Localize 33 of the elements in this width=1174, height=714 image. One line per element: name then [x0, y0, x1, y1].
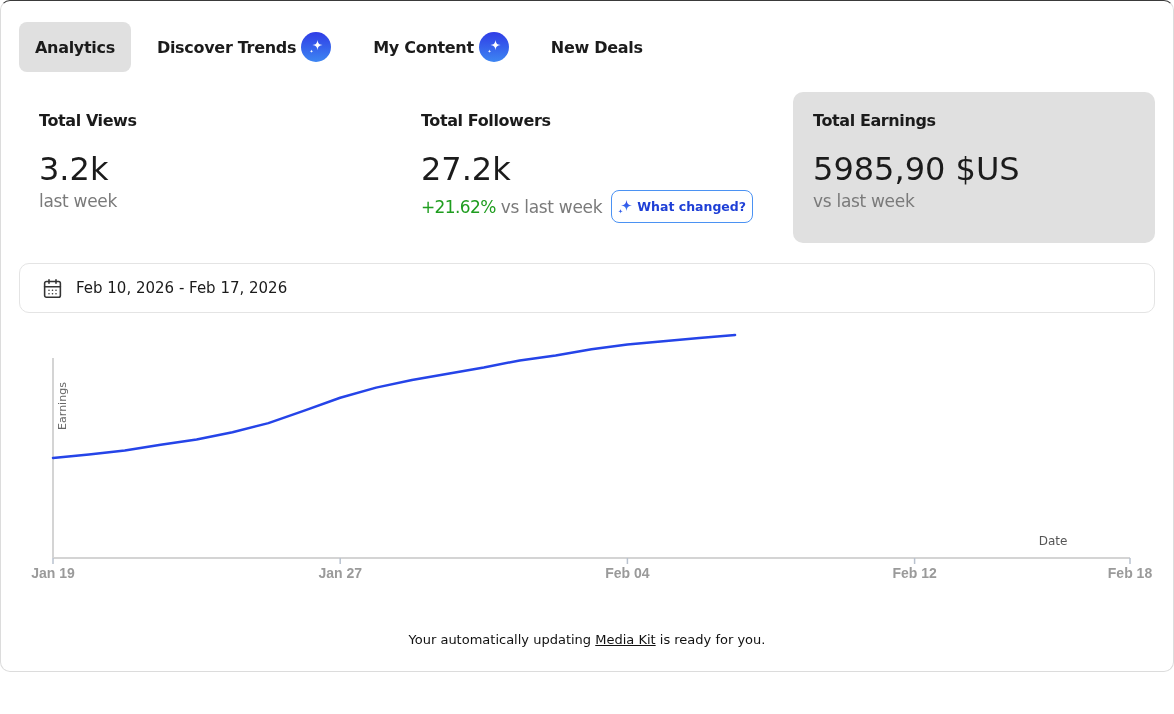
stat-card[interactable]: Total Earnings 5985,90 $US vs last week [793, 92, 1155, 243]
tab[interactable]: New Deals [534, 22, 659, 72]
date-range-picker[interactable]: Feb 10, 2026 - Feb 17, 2026 [19, 263, 1155, 313]
tab[interactable]: Discover Trends [140, 22, 348, 72]
what-changed-button[interactable]: What changed? [611, 190, 754, 223]
change-percent: +21.62% [420, 195, 496, 218]
x-tick-label: Jan 27 [318, 565, 362, 581]
tab[interactable]: Analytics [19, 22, 131, 72]
calendar-icon [42, 277, 63, 299]
x-tick-label: Jan 19 [31, 565, 75, 581]
stat-title: Total Followers [420, 110, 551, 132]
stat-caption: vs last week [813, 190, 915, 212]
axis-tick [1129, 557, 1131, 565]
stat-value: 5985,90 $US [813, 150, 1020, 188]
stat-value: 3.2k [39, 150, 109, 188]
axis-tick [626, 557, 629, 565]
media-kit-notice: Your automatically updating Media Kit is ready for you. [408, 631, 766, 649]
stat-caption: vs last week [500, 195, 603, 218]
stat-caption: last week [39, 190, 118, 212]
x-axis-title: Date [1038, 534, 1068, 548]
stat-value: 27.2k [420, 150, 511, 188]
media-kit-link[interactable]: Media Kit [595, 632, 656, 647]
axis-tick [339, 557, 341, 565]
sparkle-icon [618, 199, 633, 214]
stat-title: Total Views [39, 110, 137, 132]
axis-tick [52, 557, 54, 565]
x-tick-label: Feb 04 [605, 565, 650, 581]
x-tick-label: Feb 12 [892, 565, 937, 581]
y-axis-title: Earnings [56, 382, 69, 430]
axis-tick [913, 557, 916, 565]
tab[interactable]: My Content [357, 22, 525, 72]
x-tick-label: Feb 18 [1107, 565, 1153, 581]
stat-title: Total Earnings [813, 110, 936, 132]
